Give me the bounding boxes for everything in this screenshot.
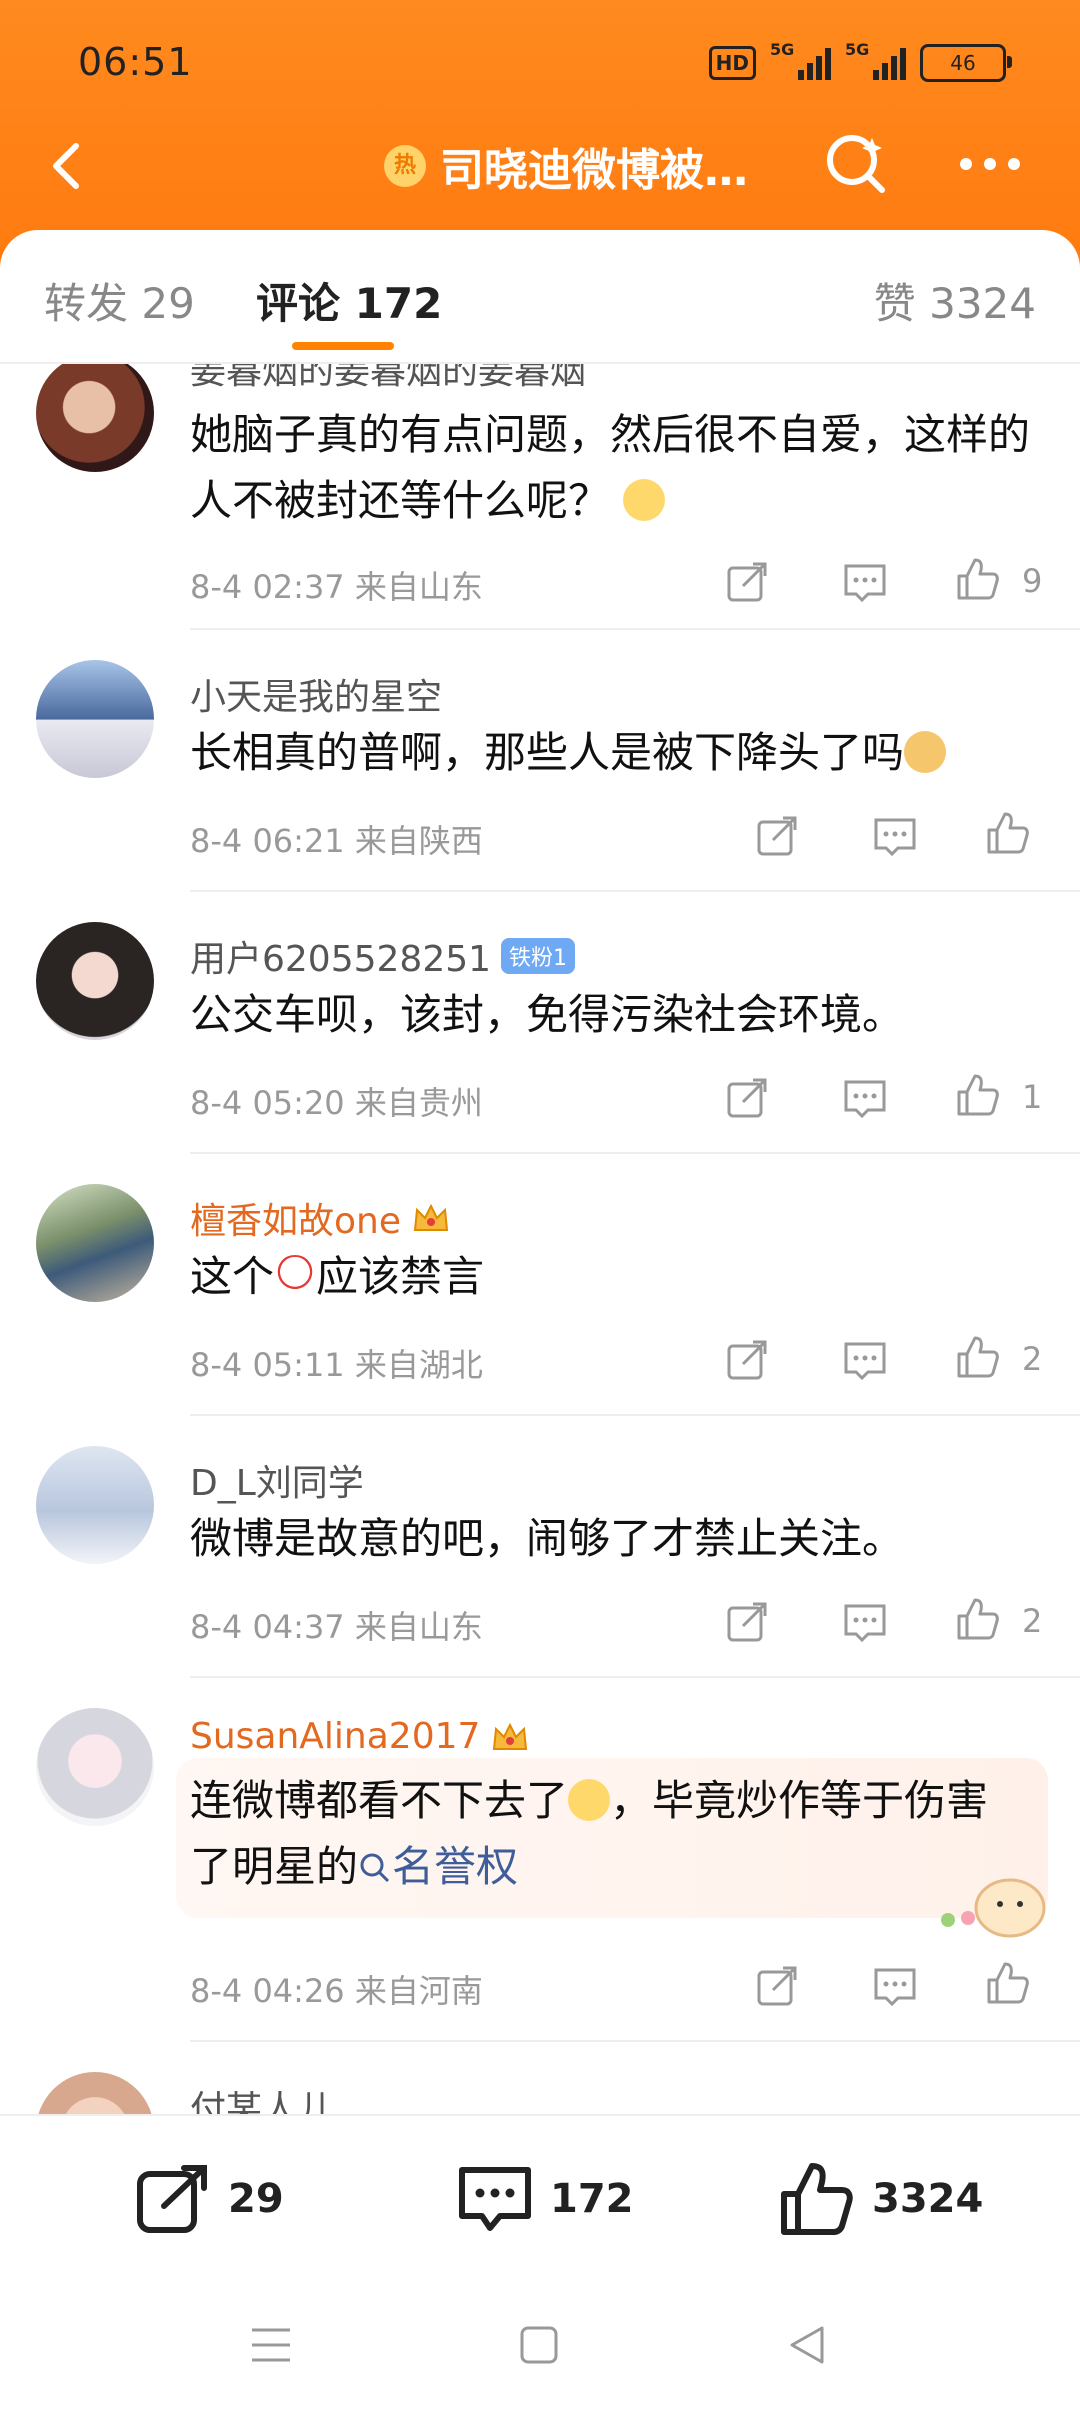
main-panel: 转发 29 评论 172 赞 3324 姜暮烟的姜暮烟的姜暮烟 她脑子真的有点问… — [0, 230, 1080, 2114]
comment-text: 微博是故意的吧，闹够了才禁止关注。 — [190, 1514, 905, 1563]
comment-text: 长相真的普啊，那些人是被下降头了吗 — [190, 720, 1040, 786]
repost-icon[interactable] — [725, 1600, 771, 1646]
tab-repost[interactable]: 转发 29 — [44, 270, 195, 331]
comment-icon[interactable] — [842, 560, 888, 606]
like-count: 2 — [1022, 1340, 1043, 1378]
comment-item: 姜暮烟的姜暮烟的姜暮烟 她脑子真的有点问题，然后很不自爱，这样的人不被封还等什么… — [0, 364, 1080, 630]
comment-meta: 8-4 05:11 来自湖北 — [190, 1346, 483, 1384]
comment-icon[interactable] — [872, 814, 918, 860]
title-wrap[interactable]: 热 司晓迪微博被… — [384, 134, 748, 198]
like-icon[interactable] — [985, 1960, 1031, 2006]
crown-icon — [413, 1203, 449, 1231]
comment-username[interactable]: 付某人儿 — [190, 2080, 334, 2114]
comment-text: 公交车呗，该封，免得污染社会环境。 — [190, 990, 905, 1039]
comment-text: 她脑子真的有点问题，然后很不自爱，这样的人不被封还等什么呢？ — [190, 410, 1031, 525]
tab-likes[interactable]: 赞 3324 — [874, 270, 1036, 331]
bottom-action-bar: 29 172 3324 — [0, 2114, 1080, 2284]
like-count: 3324 — [872, 2176, 984, 2222]
comment-text: 连微博都看不下去了 ，毕竟炒作等于伤害了明星的 名誉权 — [190, 1776, 989, 1891]
page-title: 司晓迪微博被… — [440, 145, 748, 196]
status-bar: 06:51 HD 5G 5G 46 — [0, 0, 1080, 120]
home-icon[interactable] — [516, 2322, 562, 2368]
status-icons: HD 5G 5G 46 — [708, 40, 1012, 82]
avatar[interactable] — [36, 1708, 154, 1826]
comment-meta: 8-4 04:37 来自山东 — [190, 1608, 483, 1646]
avatar[interactable] — [36, 364, 154, 472]
thinking-emoji-icon — [623, 479, 666, 521]
hot-icon: 热 — [384, 145, 426, 187]
comment-meta: 8-4 05:20 来自贵州 — [190, 1084, 483, 1122]
more-icon[interactable] — [960, 144, 1032, 184]
comment-username[interactable]: 小天是我的星空 — [190, 668, 442, 720]
comment-icon[interactable] — [842, 1076, 888, 1122]
comment-icon[interactable] — [842, 1600, 888, 1646]
comment-meta: 8-4 04:26 来自河南 — [190, 1972, 483, 2010]
comment-username[interactable]: SusanAlina2017 — [190, 1716, 530, 1757]
search-icon[interactable] — [820, 128, 892, 200]
comment-username[interactable]: D_L刘同学 — [190, 1454, 364, 1506]
like-button[interactable]: 3324 — [778, 2160, 983, 2238]
like-icon[interactable] — [955, 1334, 1001, 1380]
comment-item: 小天是我的星空 长相真的普啊，那些人是被下降头了吗 8-4 06:21 来自陕西 — [0, 630, 1080, 892]
like-count: 1 — [1022, 1078, 1043, 1116]
like-count: 9 — [1022, 562, 1043, 600]
repost-icon[interactable] — [755, 1964, 801, 2010]
comment-list: 姜暮烟的姜暮烟的姜暮烟 她脑子真的有点问题，然后很不自爱，这样的人不被封还等什么… — [0, 364, 1080, 2114]
signal-icon-2: 5G — [845, 40, 906, 80]
avatar[interactable] — [36, 2072, 154, 2114]
like-icon — [781, 2163, 853, 2235]
doge-emoji-icon — [904, 731, 947, 773]
comment-item: 檀香如故one 这个 应该禁言 8-4 05:11 来自湖北 2 — [0, 1154, 1080, 1416]
search-icon — [360, 1853, 390, 1883]
repost-icon[interactable] — [755, 814, 801, 860]
comment-username[interactable]: 檀香如故one — [190, 1192, 451, 1244]
system-nav-bar — [0, 2282, 1080, 2414]
menu-icon[interactable] — [248, 2322, 294, 2368]
like-icon[interactable] — [985, 810, 1031, 856]
topic-link[interactable]: 名誉权 — [358, 1842, 518, 1891]
comment-username[interactable]: 用户6205528251 铁粉1 — [190, 930, 576, 982]
tab-bar: 转发 29 评论 172 赞 3324 — [0, 230, 1080, 364]
avatar[interactable] — [36, 1446, 154, 1564]
comment-item: 付某人儿 — [0, 2042, 1080, 2114]
comment-meta: 8-4 06:21 来自陕西 — [190, 822, 483, 860]
back-nav-icon[interactable] — [784, 2322, 830, 2368]
nav-bar: 热 司晓迪微博被… — [0, 120, 1080, 220]
comment-username[interactable]: 姜暮烟的姜暮烟的姜暮烟 — [190, 364, 586, 394]
comment-item: SusanAlina2017 连微博都看不下去了 ，毕竟炒作等于伤害了明星的 名誉权… — [0, 1678, 1080, 2042]
crown-icon — [493, 1722, 528, 1750]
tab-comment[interactable]: 评论 172 — [256, 270, 442, 331]
avatar[interactable] — [36, 922, 154, 1040]
fan-badge: 铁粉1 — [501, 938, 576, 974]
like-icon[interactable] — [955, 1596, 1001, 1642]
repost-icon[interactable] — [725, 1076, 771, 1122]
comment-meta: 8-4 02:37 来自山东 — [190, 568, 483, 606]
crying-laughing-emoji-icon — [568, 1779, 611, 1821]
like-count: 2 — [1022, 1602, 1043, 1640]
avatar[interactable] — [36, 1184, 154, 1302]
clock: 06:51 — [78, 40, 193, 84]
avatar[interactable] — [36, 660, 154, 778]
signal-icon: 5G — [770, 40, 831, 80]
repost-button[interactable]: 29 — [134, 2160, 284, 2238]
comment-icon[interactable] — [872, 1964, 918, 2010]
comment-count: 172 — [550, 2176, 634, 2222]
repost-icon[interactable] — [725, 1338, 771, 1384]
battery-icon: 46 — [920, 44, 1012, 82]
tab-indicator — [292, 342, 394, 350]
comment-text: 这个 应该禁言 — [190, 1252, 485, 1301]
comment-item: 用户6205528251 铁粉1 公交车呗，该封，免得污染社会环境。 8-4 05… — [0, 892, 1080, 1154]
like-icon[interactable] — [955, 556, 1001, 602]
repost-icon — [137, 2165, 207, 2233]
like-icon[interactable] — [955, 1072, 1001, 1118]
back-icon[interactable] — [40, 136, 100, 196]
chicken-icon — [274, 1255, 317, 1297]
comment-item: D_L刘同学 微博是故意的吧，闹够了才禁止关注。 8-4 04:37 来自山东 … — [0, 1416, 1080, 1678]
comment-icon[interactable] — [842, 1338, 888, 1384]
repost-count: 29 — [228, 2176, 284, 2222]
comment-icon — [459, 2167, 531, 2231]
hd-icon: HD — [708, 46, 756, 80]
comment-button[interactable]: 172 — [456, 2160, 634, 2238]
repost-icon[interactable] — [725, 560, 771, 606]
